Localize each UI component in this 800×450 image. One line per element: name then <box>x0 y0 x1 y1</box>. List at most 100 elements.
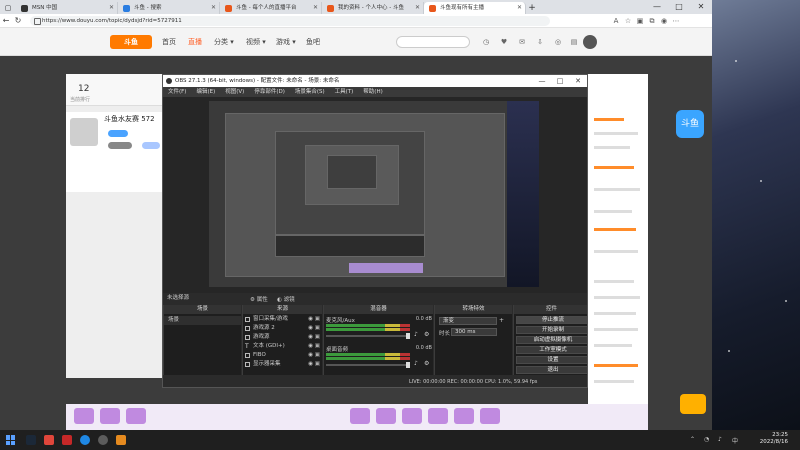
nav-fishbar[interactable]: 鱼吧 <box>306 37 320 47</box>
menu-docks[interactable]: 停靠部件(D) <box>249 87 290 97</box>
edge-icon[interactable] <box>80 435 90 445</box>
netease-music-icon[interactable] <box>44 435 54 445</box>
volume-icon[interactable]: ♪ <box>718 436 722 443</box>
source-item[interactable]: 游戏源 2 ◉ ▣ <box>243 324 322 333</box>
profile-icon[interactable]: ◉ <box>658 15 670 27</box>
stop-streaming-button[interactable]: 停止推流 <box>516 316 587 324</box>
read-aloud-icon[interactable]: A <box>610 15 622 27</box>
tab-close-icon[interactable]: ✕ <box>211 2 216 14</box>
message-icon[interactable]: ✉ <box>516 36 528 48</box>
windows-start-icon[interactable] <box>6 435 16 445</box>
source-item[interactable]: 显示器采集 ◉ ▣ <box>243 360 322 369</box>
lock-icon[interactable]: ▣ <box>315 351 320 360</box>
tab-profile[interactable]: 我的资料 - 个人中心 - 斗鱼 ✕ <box>322 2 424 14</box>
scene-item[interactable]: 场景 <box>164 316 241 325</box>
filters-button[interactable]: ◐ 滤镜 <box>277 295 295 303</box>
obs-maximize-button[interactable]: □ <box>551 75 569 87</box>
volume-slider-handle[interactable] <box>406 362 410 368</box>
history-icon[interactable]: ◷ <box>480 36 492 48</box>
broadcast-icon[interactable]: ◎ <box>552 36 564 48</box>
source-item[interactable]: FIBO ◉ ▣ <box>243 351 322 360</box>
gear-icon[interactable]: ⚙ <box>424 360 429 367</box>
lock-icon[interactable]: ▣ <box>315 360 320 369</box>
menu-help[interactable]: 帮助(H) <box>358 87 387 97</box>
tab-search[interactable]: 斗鱼 - 搜索 ✕ <box>118 2 220 14</box>
refresh-icon[interactable]: ↻ <box>12 15 24 27</box>
close-button[interactable]: ✕ <box>690 0 712 14</box>
url-input[interactable]: https://www.douyu.com/topic/dydsjd?rid=5… <box>30 15 550 26</box>
eye-icon[interactable]: ◉ <box>308 333 313 342</box>
tab-close-icon[interactable]: ✕ <box>415 2 420 14</box>
eye-icon[interactable]: ◉ <box>308 351 313 360</box>
start-virtual-camera-button[interactable]: 启动虚拟摄像机 <box>516 336 587 344</box>
gift-icon[interactable] <box>402 408 422 424</box>
menu-view[interactable]: 视图(V) <box>220 87 249 97</box>
speaker-icon[interactable]: ♪ <box>414 331 418 338</box>
new-tab-button[interactable]: + <box>526 2 538 14</box>
gift-icon[interactable] <box>480 408 500 424</box>
gift-icon[interactable] <box>376 408 396 424</box>
menu-edit[interactable]: 编辑(E) <box>191 87 220 97</box>
source-item[interactable]: 游戏源 ◉ ▣ <box>243 333 322 342</box>
studio-mode-button[interactable]: 工作室模式 <box>516 346 587 354</box>
network-icon[interactable]: ◔ <box>704 436 709 443</box>
more-menu-icon[interactable]: ⋯ <box>670 15 682 27</box>
lock-icon[interactable]: ▣ <box>315 324 320 333</box>
tab-close-icon[interactable]: ✕ <box>313 2 318 14</box>
source-item[interactable]: 窗口采集/游戏 ◉ ▣ <box>243 315 322 324</box>
douyu-logo[interactable]: 斗鱼 <box>110 35 152 49</box>
download-icon[interactable]: ⇩ <box>534 36 546 48</box>
back-icon[interactable]: ← <box>0 15 12 27</box>
tab-close-icon[interactable]: ✕ <box>109 2 114 14</box>
nav-home[interactable]: 首页 <box>162 37 176 47</box>
lock-icon[interactable]: ▣ <box>315 315 320 324</box>
tray-chevron-icon[interactable]: ⌃ <box>690 436 695 443</box>
duration-input[interactable]: 300 ms <box>451 328 497 336</box>
anchor-avatar[interactable] <box>70 118 98 146</box>
app-icon[interactable] <box>62 435 72 445</box>
tab-close-icon[interactable]: ✕ <box>517 2 522 14</box>
task-icon[interactable]: ▤ <box>568 36 580 48</box>
gift-icon[interactable] <box>74 408 94 424</box>
nav-video[interactable]: 视频 ▾ <box>246 37 266 47</box>
obs-minimize-button[interactable]: — <box>533 75 551 87</box>
volume-slider[interactable] <box>326 364 410 366</box>
settings-button[interactable]: 设置 <box>516 356 587 364</box>
clock[interactable]: 23:25 2022/8/16 <box>760 432 788 446</box>
side-activity-badge[interactable]: 斗鱼 <box>676 110 704 138</box>
volume-slider-handle[interactable] <box>406 333 410 339</box>
eye-icon[interactable]: ◉ <box>308 315 313 324</box>
eye-icon[interactable]: ◉ <box>308 324 313 333</box>
menu-tools[interactable]: 工具(T) <box>330 87 359 97</box>
steam-icon[interactable] <box>26 435 36 445</box>
nav-game[interactable]: 游戏 ▾ <box>276 37 296 47</box>
tab-douyu-home[interactable]: 斗鱼 - 每个人的直播平台 ✕ <box>220 2 322 14</box>
add-transition-icon[interactable]: + <box>499 317 504 324</box>
file-explorer-icon[interactable] <box>116 435 126 445</box>
follow-icon[interactable]: ♥ <box>498 36 510 48</box>
obs-title-bar[interactable]: OBS 27.1.3 (64-bit, windows) - 配置文件: 未命名… <box>163 75 587 87</box>
obs-preview-canvas[interactable] <box>209 101 539 287</box>
volume-slider[interactable] <box>326 335 410 337</box>
nav-live[interactable]: 直播 <box>188 37 202 47</box>
obs-icon[interactable] <box>98 435 108 445</box>
gift-icon[interactable] <box>126 408 146 424</box>
gift-icon[interactable] <box>100 408 120 424</box>
favorites-star-icon[interactable]: ☆ <box>622 15 634 27</box>
gift-icon[interactable] <box>454 408 474 424</box>
gear-icon[interactable]: ⚙ <box>424 331 429 338</box>
lock-icon[interactable]: ▣ <box>315 342 320 351</box>
douyu-search-input[interactable] <box>396 36 470 48</box>
transition-select[interactable]: 渐变 <box>439 317 497 325</box>
extensions-icon[interactable]: ⧉ <box>646 15 658 27</box>
side-event-badge[interactable] <box>680 394 706 414</box>
obs-close-button[interactable]: ✕ <box>569 75 587 87</box>
minimize-button[interactable]: — <box>646 0 668 14</box>
tab-anchors[interactable]: 斗鱼现有所有主播 ✕ <box>424 2 526 14</box>
maximize-button[interactable]: □ <box>668 0 690 14</box>
tab-actions-icon[interactable]: ▢ <box>0 2 16 14</box>
properties-button[interactable]: ⚙ 属性 <box>250 295 268 303</box>
collections-icon[interactable]: ▣ <box>634 15 646 27</box>
user-avatar[interactable] <box>583 35 597 49</box>
lock-icon[interactable]: ▣ <box>315 333 320 342</box>
